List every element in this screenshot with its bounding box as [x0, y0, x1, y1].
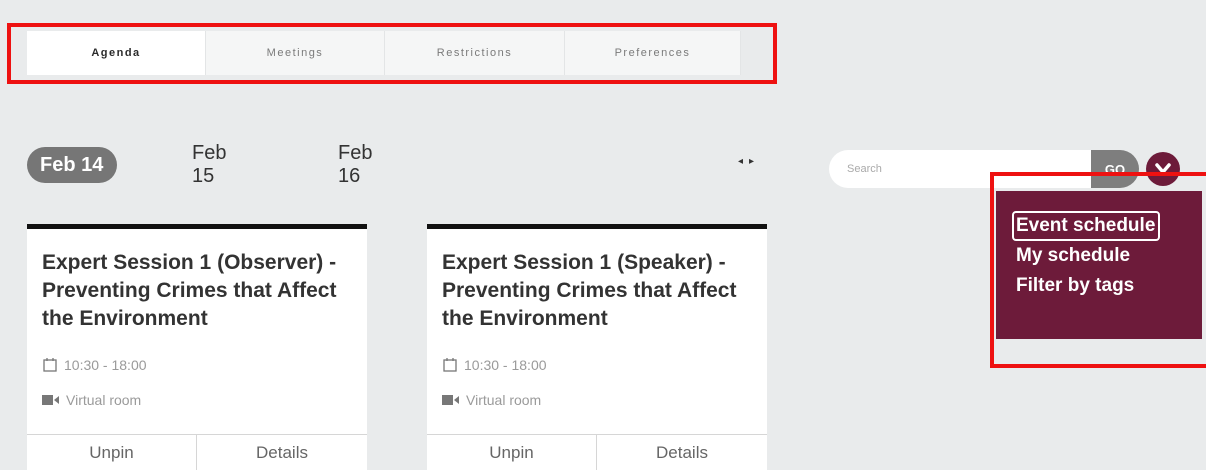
- view-dropdown-menu: Event schedule My schedule Filter by tag…: [996, 191, 1202, 339]
- video-camera-icon: [442, 395, 459, 405]
- session-time: 10:30 - 18:00: [42, 357, 147, 373]
- date-feb-15[interactable]: Feb 15: [192, 142, 226, 188]
- video-camera-icon: [42, 395, 59, 405]
- unpin-button[interactable]: Unpin: [27, 435, 197, 470]
- next-arrow-icon[interactable]: ▸: [749, 156, 760, 167]
- date-selector: Feb 14 Feb 15 Feb 16: [27, 142, 372, 187]
- session-title[interactable]: Expert Session 1 (Speaker) - Preventing …: [442, 249, 762, 333]
- calendar-icon: [443, 358, 457, 372]
- session-location-text[interactable]: Virtual room: [66, 392, 141, 408]
- session-location-text[interactable]: Virtual room: [466, 392, 541, 408]
- prev-arrow-icon[interactable]: ◂: [738, 156, 749, 167]
- tab-bar: Agenda Meetings Restrictions Preferences: [27, 31, 741, 75]
- session-location: Virtual room: [442, 392, 541, 408]
- date-feb-16[interactable]: Feb 16: [338, 142, 372, 188]
- card-actions: Unpin Details: [427, 434, 767, 470]
- details-button[interactable]: Details: [597, 435, 767, 470]
- menu-item-my-schedule[interactable]: My schedule: [1016, 241, 1202, 271]
- session-time: 10:30 - 18:00: [442, 357, 547, 373]
- tab-agenda[interactable]: Agenda: [27, 31, 206, 75]
- date-feb-14[interactable]: Feb 14: [27, 147, 118, 183]
- menu-item-event-schedule[interactable]: Event schedule: [1012, 211, 1161, 241]
- session-title[interactable]: Expert Session 1 (Observer) - Preventing…: [42, 249, 362, 333]
- tab-restrictions[interactable]: Restrictions: [385, 31, 565, 75]
- menu-item-filter-by-tags[interactable]: Filter by tags: [1016, 271, 1202, 301]
- session-time-text: 10:30 - 18:00: [64, 357, 147, 373]
- tab-meetings[interactable]: Meetings: [206, 31, 385, 75]
- tab-preferences[interactable]: Preferences: [565, 31, 741, 75]
- card-actions: Unpin Details: [27, 434, 367, 470]
- session-card: Expert Session 1 (Speaker) - Preventing …: [427, 224, 767, 470]
- calendar-icon: [43, 358, 57, 372]
- session-time-text: 10:30 - 18:00: [464, 357, 547, 373]
- session-location: Virtual room: [42, 392, 141, 408]
- session-card: Expert Session 1 (Observer) - Preventing…: [27, 224, 367, 470]
- date-nav-arrows: ◂▸: [738, 156, 760, 167]
- unpin-button[interactable]: Unpin: [427, 435, 597, 470]
- details-button[interactable]: Details: [197, 435, 367, 470]
